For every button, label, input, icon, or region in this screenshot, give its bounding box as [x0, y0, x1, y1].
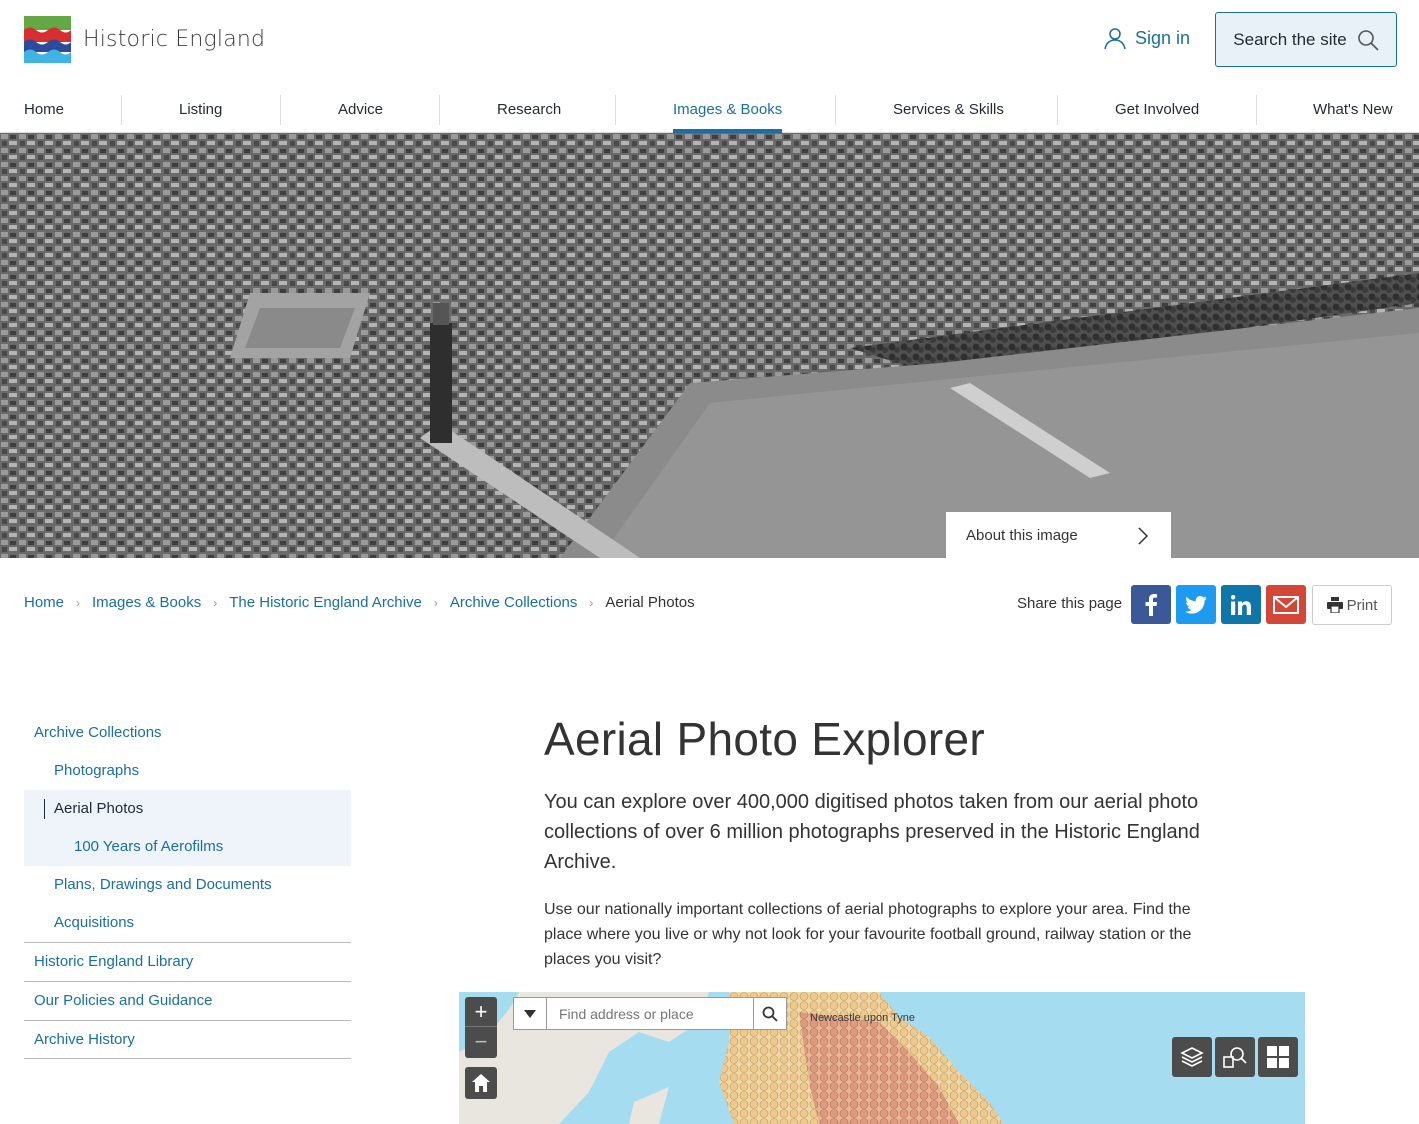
user-icon: [1104, 28, 1126, 50]
breadcrumb-archive-collections[interactable]: Archive Collections: [450, 594, 578, 611]
print-label: Print: [1346, 596, 1378, 614]
breadcrumb-historic-england-archive[interactable]: The Historic England Archive: [229, 594, 422, 611]
site-header: Historic England Sign in Search the site: [0, 0, 1419, 84]
map-zoom-control: + −: [465, 997, 497, 1058]
chevron-right-icon: ›: [213, 595, 218, 610]
print-button[interactable]: Print: [1312, 585, 1392, 625]
nav-divider: [280, 95, 281, 125]
search-site-button[interactable]: Search the site: [1215, 12, 1397, 67]
nav-item-images-books[interactable]: Images & Books: [673, 95, 783, 133]
chevron-right-icon: ›: [589, 595, 594, 610]
aerial-photo-illustration: [0, 133, 1419, 558]
sidebar-item-archive-history[interactable]: Archive History: [24, 1021, 351, 1059]
about-this-image-button[interactable]: About this image: [946, 512, 1171, 558]
sidebar-item-archive-collections[interactable]: Archive Collections: [24, 714, 351, 752]
logo-text: Historic England: [83, 27, 266, 52]
map-search-tool-button[interactable]: [1215, 1037, 1255, 1077]
chevron-right-icon: [1138, 527, 1149, 545]
search-site-label: Search the site: [1233, 29, 1347, 49]
sidebar-item-plans-drawings-documents[interactable]: Plans, Drawings and Documents: [24, 866, 351, 904]
map-search-input[interactable]: [547, 998, 753, 1029]
body-paragraph: Use our nationally important collections…: [544, 901, 1192, 968]
nav-item-home[interactable]: Home: [24, 95, 64, 132]
map-search-dropdown[interactable]: [514, 998, 547, 1029]
basemap-gallery-button[interactable]: [1258, 1037, 1298, 1077]
nav-divider: [439, 95, 440, 125]
home-icon: [472, 1074, 490, 1092]
layers-button[interactable]: [1172, 1037, 1212, 1077]
nav-item-listing[interactable]: Listing: [179, 95, 222, 132]
nav-item-whats-new[interactable]: What's New: [1313, 95, 1393, 132]
sidebar-item-acquisitions[interactable]: Acquisitions: [24, 904, 351, 942]
caret-down-icon: [524, 1009, 536, 1018]
search-icon: [762, 1006, 778, 1022]
printer-icon: [1326, 597, 1343, 613]
nav-divider: [1057, 95, 1058, 125]
share-linkedin-button[interactable]: [1221, 585, 1261, 624]
nav-item-services-skills[interactable]: Services & Skills: [893, 95, 1004, 132]
nav-divider: [615, 95, 616, 125]
breadcrumb-current: Aerial Photos: [605, 594, 695, 611]
nav-item-get-involved[interactable]: Get Involved: [1115, 95, 1199, 132]
map-place-label: Newcastle upon Tyne: [810, 1012, 915, 1024]
zoom-in-button[interactable]: +: [465, 997, 497, 1027]
breadcrumb-images-books[interactable]: Images & Books: [92, 594, 201, 611]
about-this-image-label: About this image: [966, 526, 1078, 544]
layers-icon: [1180, 1047, 1204, 1067]
nav-divider: [121, 95, 122, 125]
map-search-button[interactable]: [753, 998, 786, 1029]
map-search-icon: [1223, 1047, 1247, 1068]
lead-paragraph: You can explore over 400,000 digitised p…: [544, 791, 1200, 873]
breadcrumb: Home › Images & Books › The Historic Eng…: [24, 594, 695, 611]
breadcrumb-home[interactable]: Home: [24, 594, 64, 611]
main-navigation: Home Listing Advice Research Images & Bo…: [0, 95, 1419, 133]
logo[interactable]: Historic England: [24, 16, 265, 63]
historic-england-logo-icon: [24, 16, 71, 63]
map-home-button[interactable]: [465, 1067, 497, 1099]
nav-divider: [835, 95, 836, 125]
sign-in-link[interactable]: Sign in: [1103, 26, 1190, 50]
twitter-icon: [1185, 595, 1207, 614]
share-twitter-button[interactable]: [1176, 585, 1216, 624]
nav-divider: [1256, 95, 1257, 125]
chevron-right-icon: ›: [433, 595, 438, 610]
nav-item-research[interactable]: Research: [497, 95, 561, 132]
sidebar-item-100-years-aerofilms[interactable]: 100 Years of Aerofilms: [24, 828, 351, 866]
page-title: Aerial Photo Explorer: [544, 713, 985, 765]
sidebar-item-photographs[interactable]: Photographs: [24, 752, 351, 790]
sign-in-label: Sign in: [1135, 27, 1191, 48]
share-email-button[interactable]: [1266, 585, 1306, 624]
search-icon: [1357, 29, 1379, 51]
sidebar-item-historic-england-library[interactable]: Historic England Library: [24, 943, 351, 981]
facebook-icon: [1145, 593, 1157, 616]
basemap-gallery-icon: [1267, 1046, 1289, 1068]
sidebar-item-aerial-photos[interactable]: Aerial Photos: [24, 790, 351, 828]
share-label: Share this page: [1017, 595, 1123, 612]
sidebar-item-policies-guidance[interactable]: Our Policies and Guidance: [24, 982, 351, 1020]
email-icon: [1273, 595, 1299, 614]
map-search-box: [513, 997, 787, 1030]
sidebar-navigation: Archive Collections Photographs Aerial P…: [24, 714, 351, 1059]
share-facebook-button[interactable]: [1131, 585, 1171, 624]
hero-image: [0, 133, 1419, 558]
nav-item-advice[interactable]: Advice: [338, 95, 383, 132]
zoom-out-button[interactable]: −: [465, 1027, 497, 1057]
chevron-right-icon: ›: [76, 595, 81, 610]
linkedin-icon: [1231, 594, 1251, 615]
sidebar-active-group: Aerial Photos 100 Years of Aerofilms: [24, 790, 351, 866]
